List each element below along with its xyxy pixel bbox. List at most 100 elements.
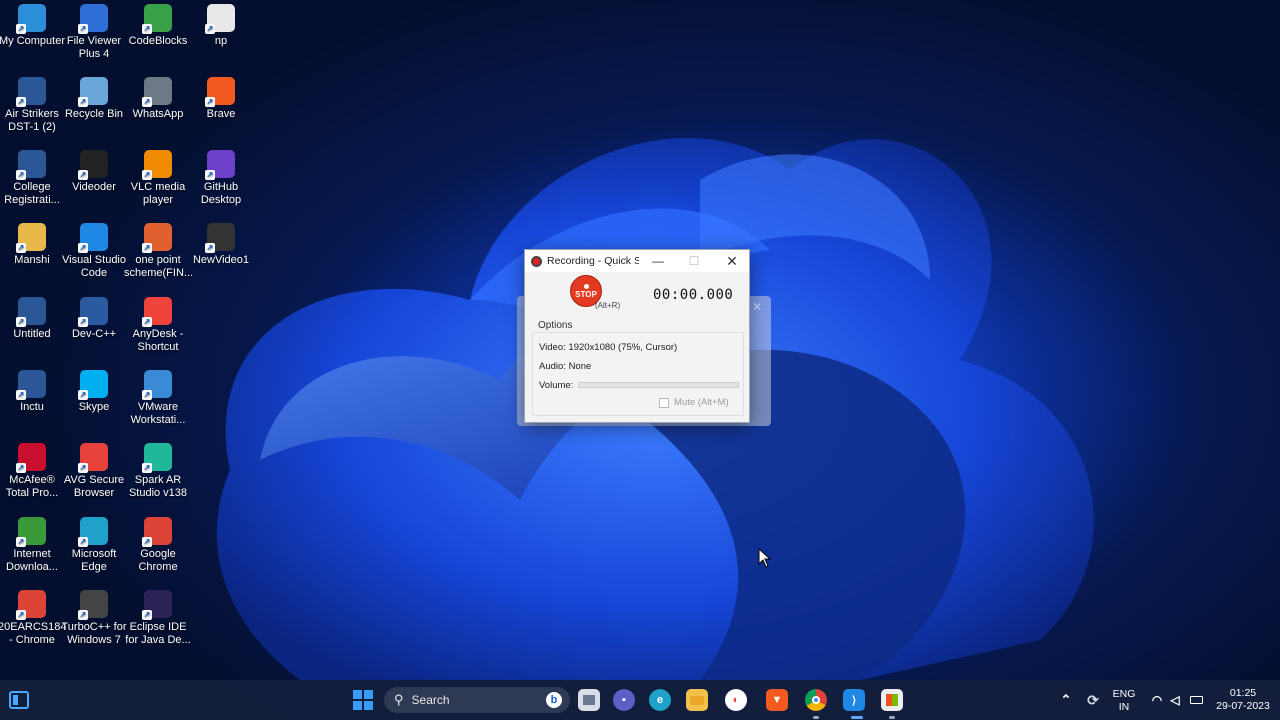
desktop-icon[interactable]: ↗ Microsoft Edge (62, 513, 126, 585)
volume-label: Volume: (539, 380, 574, 391)
desktop-icon-label: Recycle Bin (64, 108, 124, 120)
chrome-icon[interactable] (805, 689, 827, 711)
taskbar: ⚲ Search b ▪ e ◐ ▼ ⟩ ⌃ ⟳ ENG IN ◠ ◁ 01:2… (0, 680, 1280, 720)
maximize-button[interactable]: ☐ (679, 250, 709, 272)
shortcut-arrow-icon: ↗ (205, 97, 215, 107)
desktop-icon-label: Google Chrome (138, 548, 178, 573)
sparkar-icon: ↗ (142, 443, 172, 473)
desktop-icon[interactable]: ↗ Manshi (0, 219, 64, 291)
checkbox-box[interactable] (659, 397, 669, 408)
desktop-icon[interactable]: ↗ WhatsApp (126, 73, 190, 145)
minimize-button[interactable]: — (643, 250, 673, 272)
window-titlebar[interactable]: Recording - Quick S... — ☐ ✕ (525, 250, 749, 272)
stop-label: STOP (575, 289, 597, 299)
microsoft-store-icon[interactable] (881, 689, 903, 711)
chevron-up-icon[interactable]: ⌃ (1055, 689, 1077, 711)
shortcut-arrow-icon: ↗ (142, 463, 152, 473)
desktop-icon[interactable]: ↗ Air Strikers DST-1 (2) (0, 73, 64, 145)
desktop-icon[interactable]: ↗ College Registrati... (0, 146, 64, 218)
chrome-running-indicator (813, 716, 819, 719)
desktop-icon[interactable]: ↗ VMware Workstati... (126, 366, 190, 438)
desktop-icon[interactable]: ↗ File Viewer Plus 4 (62, 0, 126, 72)
file-explorer-alt-icon[interactable] (578, 689, 600, 711)
vmware-icon: ↗ (142, 370, 172, 400)
desktop-icon-label: Dev-C++ (71, 328, 117, 340)
chrome-icon: ↗ (16, 590, 46, 620)
video-setting: Video: 1920x1080 (75%, Cursor) (539, 342, 678, 353)
language-indicator[interactable]: ENG IN (1110, 688, 1138, 714)
mute-label: Mute (Alt+M) (674, 397, 729, 408)
task-view-icon[interactable] (8, 689, 30, 711)
desktop-icon[interactable]: ↗ Inctu (0, 366, 64, 438)
desktop-icon[interactable]: ↗ CodeBlocks (126, 0, 190, 72)
window-title: Recording - Quick S... (547, 255, 639, 267)
desktop-icon[interactable]: ↗ Videoder (62, 146, 126, 218)
clock[interactable]: 01:25 29-07-2023 (1212, 687, 1274, 713)
vscode-icon: ↗ (78, 223, 108, 253)
brave-icon[interactable]: ▼ (766, 689, 788, 711)
desktop-icon[interactable]: ↗ AnyDesk - Shortcut (126, 293, 190, 365)
desktop-icon[interactable]: ↗ GitHub Desktop (189, 146, 253, 218)
avg-browser-icon[interactable]: ◐ (725, 689, 747, 711)
desktop-icon[interactable]: ↗ Dev-C++ (62, 293, 126, 365)
sync-icon[interactable]: ⟳ (1082, 689, 1104, 711)
word-doc-icon: ↗ (16, 370, 46, 400)
taskbar-search-box[interactable]: ⚲ Search b (384, 687, 570, 713)
vscode-icon[interactable]: ⟩ (843, 689, 865, 711)
word-doc-icon: ↗ (16, 297, 46, 327)
folder-icon[interactable] (686, 689, 708, 711)
desktop-icon[interactable]: ↗ Eclipse IDE for Java De... (125, 586, 191, 658)
desktop-icon-label: Microsoft Edge (71, 548, 117, 573)
edge-icon[interactable]: e (649, 689, 671, 711)
desktop-icon[interactable]: ↗ 20EARCS184 - Chrome (0, 586, 66, 658)
battery-icon[interactable] (1185, 689, 1207, 711)
shortcut-arrow-icon: ↗ (78, 537, 88, 547)
mute-checkbox[interactable]: Mute (Alt+M) (659, 397, 729, 408)
desktop-icon[interactable]: ↗ Google Chrome (126, 513, 190, 585)
volume-slider[interactable] (578, 382, 739, 388)
desktop-icon-label: Inctu (20, 401, 44, 413)
desktop-icon[interactable]: ↗ Skype (62, 366, 126, 438)
start-button[interactable] (352, 689, 374, 711)
desktop-icon-label: Brave (206, 108, 236, 120)
desktop-icon-label: File Viewer Plus 4 (66, 35, 122, 60)
volume-icon[interactable]: ◁ (1164, 689, 1186, 711)
word-doc-icon: ↗ (16, 150, 46, 180)
desktop-icon-label: VMware Workstati... (130, 401, 186, 426)
teams-chat-icon[interactable]: ▪ (613, 689, 635, 711)
desktop-icon[interactable]: ↗ np (189, 0, 253, 72)
shortcut-arrow-icon: ↗ (142, 97, 152, 107)
desktop-icon[interactable]: ↗ Visual Studio Code (62, 219, 126, 291)
shortcut-arrow-icon: ↗ (16, 24, 26, 34)
stop-hotkey: (Alt+R) (595, 301, 621, 310)
shortcut-arrow-icon: ↗ (16, 390, 26, 400)
desktop-icon[interactable]: ↗ My Computer (0, 0, 65, 72)
shortcut-arrow-icon: ↗ (142, 24, 152, 34)
desktop-icon[interactable]: ↗ Untitled (0, 293, 64, 365)
edge-icon: ↗ (78, 517, 108, 547)
quick-screen-recorder-window[interactable]: Recording - Quick S... — ☐ ✕ STOP (Alt+R… (524, 249, 750, 423)
shortcut-arrow-icon: ↗ (205, 170, 215, 180)
mouse-cursor-icon (758, 548, 772, 568)
desktop-icon[interactable]: ↗ NewVideo1 (189, 219, 253, 291)
close-button[interactable]: ✕ (717, 250, 747, 272)
shortcut-arrow-icon: ↗ (142, 317, 152, 327)
desktop-icon[interactable]: ↗ VLC media player (126, 146, 190, 218)
desktop-icon[interactable]: ↗ Internet Downloa... (0, 513, 64, 585)
desktop-icon[interactable]: ↗ TurboC++ for Windows 7 (61, 586, 127, 658)
desktop-icon-label: TurboC++ for Windows 7 (61, 621, 127, 646)
shortcut-arrow-icon: ↗ (16, 463, 26, 473)
shortcut-arrow-icon: ↗ (78, 170, 88, 180)
desktop-icon[interactable]: ↗ Recycle Bin (62, 73, 126, 145)
desktop-icon[interactable]: ↗ Spark AR Studio v138 (126, 439, 190, 511)
store-running-indicator (889, 716, 895, 719)
recycle-bin-icon: ↗ (78, 77, 108, 107)
desktop-icon-label: Skype (78, 401, 110, 413)
desktop-icon[interactable]: ↗ one point scheme(FIN... (124, 219, 192, 291)
bing-icon[interactable]: b (546, 692, 562, 708)
codeblocks-icon: ↗ (142, 4, 172, 34)
desktop-icon[interactable]: ↗ AVG Secure Browser (62, 439, 126, 511)
desktop-icon-grid: ↗ My Computer ↗ Air Strikers DST-1 (2) ↗ Coll… (0, 0, 260, 680)
desktop-icon[interactable]: ↗ McAfee® Total Pro... (0, 439, 64, 511)
desktop-icon[interactable]: ↗ Brave (189, 73, 253, 145)
